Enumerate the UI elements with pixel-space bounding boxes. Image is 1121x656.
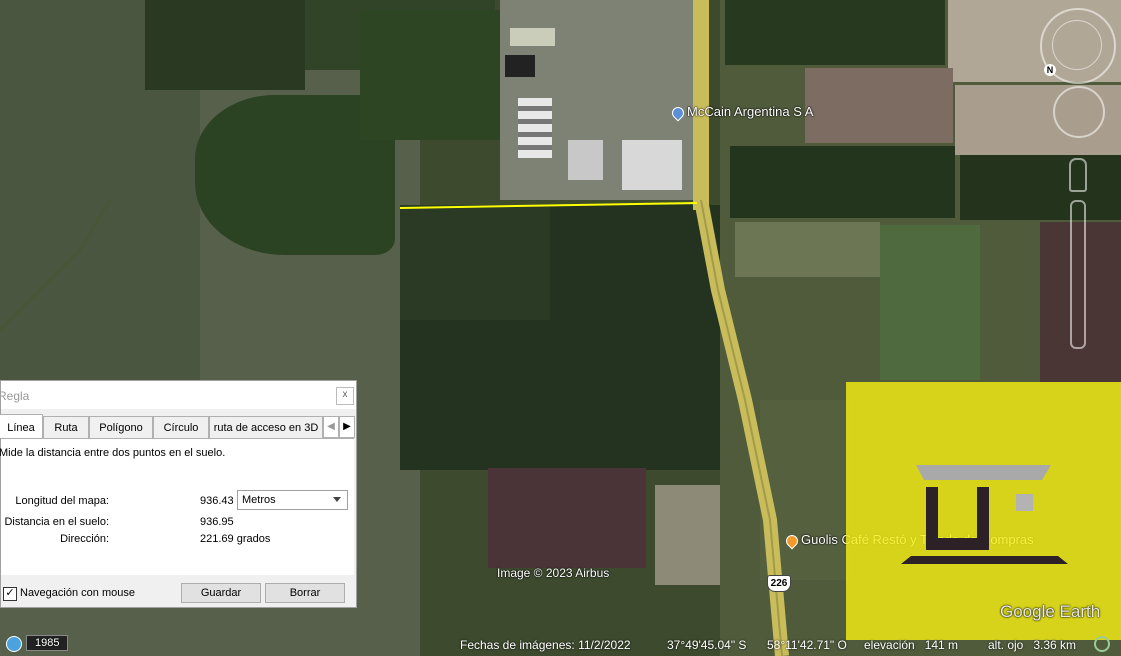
food-pin-icon [783,532,801,550]
tab-description: Mide la distancia entre dos puntos en el… [0,447,226,459]
tab-poligono[interactable]: Polígono [89,416,153,438]
tab-ruta-3d[interactable]: ruta de acceso en 3D [209,416,323,438]
unit-select-value: Metros [242,494,276,506]
tab-circulo[interactable]: Círculo [153,416,209,438]
image-credit: Image © 2023 Airbus [497,566,610,580]
north-icon[interactable]: N [1044,64,1056,76]
dialog-titlebar[interactable]: Regla x [0,381,356,409]
tab-ruta[interactable]: Ruta [43,416,89,438]
chevron-down-icon [333,497,341,502]
pegman-icon[interactable] [1069,158,1087,192]
tab-linea[interactable]: Línea [0,414,43,438]
look-joystick[interactable] [1053,86,1105,138]
longitude-readout: 58°11'42.71" O [767,638,847,652]
eye-altitude-readout: alt. ojo 3.36 km [988,638,1077,652]
year-badge[interactable]: 1985 [26,635,69,651]
mouse-nav-label: Navegación con mouse [20,587,135,599]
latitude-readout: 37°49'45.04" S [667,638,747,652]
ruler-dialog: Regla x Línea Ruta Polígono Círculo ruta… [0,380,357,608]
close-icon[interactable]: x [336,387,354,405]
dialog-title: Regla [0,389,30,403]
tab-scroll-right-icon[interactable]: ▶ [339,416,355,438]
status-bar: 1985 Fechas de imágenes: 11/2/2022 37°49… [0,634,1121,656]
save-button[interactable]: Guardar [181,583,261,603]
unit-select[interactable]: Metros [237,490,348,510]
clear-button[interactable]: Borrar [265,583,345,603]
route-shield: 226 [767,575,791,592]
location-pin-icon [669,104,687,122]
imagery-date: Fechas de imágenes: 11/2/2022 [460,638,631,652]
direction-value: 221.69 grados [200,533,271,545]
earth-icon[interactable] [6,636,22,652]
ground-distance-label: Distancia en el suelo: [4,516,109,528]
place-name: McCain Argentina S A [687,104,814,119]
elevation-readout: elevación 141 m [864,638,959,652]
direction-label: Dirección: [60,533,109,545]
google-earth-watermark: Google Earth [1000,602,1101,621]
tab-panel: Mide la distancia entre dos puntos en el… [0,438,354,575]
ground-distance-value: 936.95 [200,516,234,528]
mouse-nav-checkbox[interactable]: ✓ [3,587,17,601]
map-length-value: 936.43 [200,495,234,507]
map-length-label: Longitud del mapa: [15,495,109,507]
zoom-slider[interactable] [1070,200,1086,349]
ruler-tabs: Línea Ruta Polígono Círculo ruta de acce… [0,414,358,438]
compass-inner [1052,20,1102,70]
streaming-icon [1094,636,1110,652]
place-label-mccain[interactable]: McCain Argentina S A [669,104,814,122]
tab-scroll-left-icon[interactable]: ◀ [323,416,339,438]
